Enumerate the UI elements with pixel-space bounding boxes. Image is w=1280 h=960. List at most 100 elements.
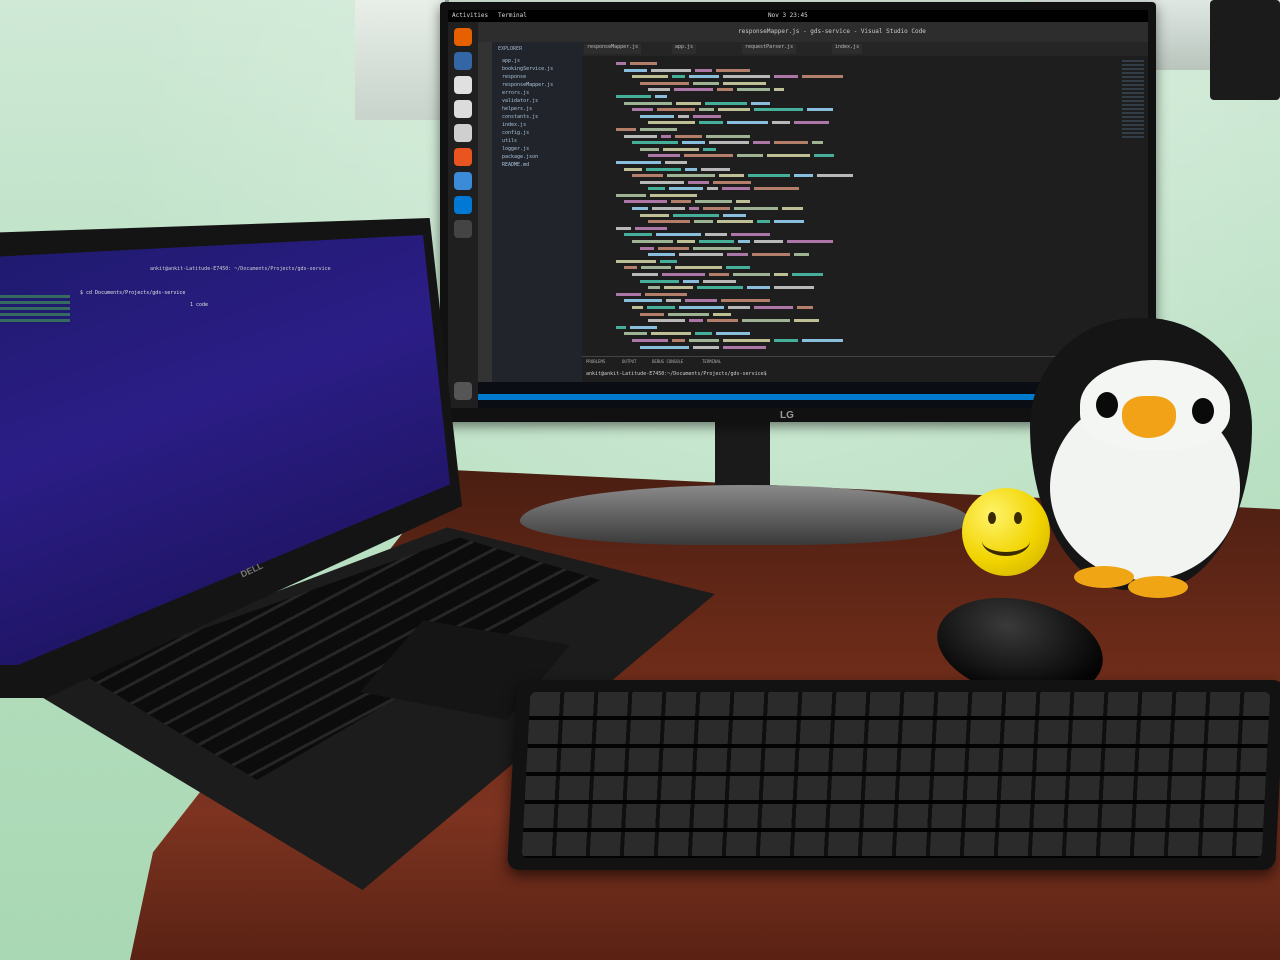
- tab-index[interactable]: index.js: [832, 44, 863, 54]
- file-item[interactable]: response: [502, 74, 526, 80]
- smiley-mouth: [982, 526, 1030, 556]
- smiley-stress-ball: [962, 488, 1050, 576]
- code-line: [610, 337, 1090, 344]
- tab-output[interactable]: OUTPUT: [622, 359, 636, 364]
- external-keyboard[interactable]: [507, 680, 1280, 870]
- file-item[interactable]: README.md: [502, 162, 529, 168]
- penguin-left-foot: [1074, 566, 1134, 588]
- file-item[interactable]: index.js: [502, 122, 526, 128]
- code-line: [610, 258, 1090, 265]
- laptop-terminal-output: 1 code: [190, 302, 209, 308]
- code-line: [610, 60, 1090, 67]
- editor-tabs: responseMapper.js app.js requestParser.j…: [582, 42, 1148, 56]
- code-line: [610, 198, 1090, 205]
- code-line: [610, 86, 1090, 93]
- code-line: [610, 93, 1090, 100]
- file-item[interactable]: package.json: [502, 154, 538, 160]
- code-line: [610, 67, 1090, 74]
- tab-app[interactable]: app.js: [672, 44, 697, 54]
- code-line: [610, 146, 1090, 153]
- file-item[interactable]: constants.js: [502, 114, 538, 120]
- explorer-header: EXPLORER: [498, 46, 523, 52]
- terminal-icon[interactable]: [454, 220, 472, 238]
- code-line: [610, 139, 1090, 146]
- code-line: [610, 185, 1090, 192]
- tab-responsemapper[interactable]: responseMapper.js: [584, 44, 642, 54]
- penguin-beak: [1122, 396, 1176, 438]
- code-line: [610, 238, 1090, 245]
- smiley-right-eye: [1014, 512, 1022, 524]
- code-line: [610, 73, 1090, 80]
- code-line: [610, 100, 1090, 107]
- software-icon[interactable]: [454, 148, 472, 166]
- penguin-right-foot: [1128, 576, 1188, 598]
- code-line: [610, 245, 1090, 252]
- file-item[interactable]: validator.js: [502, 98, 538, 104]
- file-item[interactable]: logger.js: [502, 146, 529, 152]
- tab-problems[interactable]: PROBLEMS: [586, 359, 605, 364]
- code-line: [610, 172, 1090, 179]
- vscode-activity-bar: [478, 42, 492, 382]
- penguin-left-eye: [1096, 392, 1118, 418]
- code-line: [610, 119, 1090, 126]
- code-line: [610, 166, 1090, 173]
- keyboard-keys[interactable]: [521, 692, 1271, 858]
- code-line: [610, 80, 1090, 87]
- monitor-brand-logo: LG: [780, 410, 794, 421]
- monitor-screen: Activities Terminal Nov 3 23:45 response…: [448, 10, 1148, 408]
- file-item[interactable]: responseMapper.js: [502, 82, 553, 88]
- activities-label[interactable]: Activities: [452, 12, 488, 19]
- file-item[interactable]: config.js: [502, 130, 529, 136]
- window-title: responseMapper.js - gds-service - Visual…: [738, 28, 926, 35]
- terminal-prompt[interactable]: ankit@ankit-Latitude-E7450:~/Documents/P…: [586, 371, 767, 377]
- tab-requestparser[interactable]: requestParser.js: [742, 44, 797, 54]
- vscode-icon[interactable]: [454, 196, 472, 214]
- code-line: [610, 152, 1090, 159]
- terminal-prompt-colors: [0, 295, 70, 325]
- code-line: [610, 291, 1090, 298]
- code-line: [610, 330, 1090, 337]
- code-line: [610, 113, 1090, 120]
- writer-icon[interactable]: [454, 124, 472, 142]
- clock[interactable]: Nov 3 23:45: [768, 12, 808, 19]
- code-line: [610, 297, 1090, 304]
- apps-grid-icon[interactable]: [454, 382, 472, 400]
- penguin-right-eye: [1192, 398, 1214, 424]
- rhythmbox-icon[interactable]: [454, 100, 472, 118]
- code-line: [610, 192, 1090, 199]
- code-line: [610, 311, 1090, 318]
- tab-terminal[interactable]: TERMINAL: [702, 359, 721, 364]
- code-line: [610, 212, 1090, 219]
- monitor: Activities Terminal Nov 3 23:45 response…: [440, 2, 1156, 422]
- code-line: [610, 251, 1090, 258]
- code-line: [610, 225, 1090, 232]
- app-menu[interactable]: Terminal: [498, 12, 527, 19]
- tab-debug-console[interactable]: DEBUG CONSOLE: [652, 359, 683, 364]
- vscode-titlebar: responseMapper.js - gds-service - Visual…: [478, 22, 1148, 42]
- file-item[interactable]: errors.js: [502, 90, 529, 96]
- firefox-icon[interactable]: [454, 28, 472, 46]
- thunderbird-icon[interactable]: [454, 52, 472, 70]
- code-line: [610, 284, 1090, 291]
- ubuntu-topbar: Activities Terminal Nov 3 23:45: [448, 10, 1148, 22]
- file-item[interactable]: utils: [502, 138, 517, 144]
- file-item[interactable]: bookingService.js: [502, 66, 553, 72]
- code-line: [610, 344, 1090, 351]
- code-line: [610, 218, 1090, 225]
- laptop-terminal-command[interactable]: $ cd Documents/Projects/gds-service: [80, 290, 185, 296]
- line-numbers: [582, 60, 604, 352]
- file-item[interactable]: helpers.js: [502, 106, 532, 112]
- chrome-icon[interactable]: [454, 172, 472, 190]
- files-icon[interactable]: [454, 76, 472, 94]
- minimap[interactable]: [1122, 60, 1144, 140]
- laptop-terminal-title: ankit@ankit-Latitude-E7450: ~/Documents/…: [150, 266, 331, 272]
- code-editor[interactable]: [582, 56, 1148, 356]
- code-line: [610, 106, 1090, 113]
- code-line: [610, 304, 1090, 311]
- smiley-left-eye: [988, 512, 996, 524]
- code-line: [610, 231, 1090, 238]
- code-line: [610, 179, 1090, 186]
- code-line: [610, 317, 1090, 324]
- file-item[interactable]: app.js: [502, 58, 520, 64]
- ubuntu-dock: [448, 22, 478, 408]
